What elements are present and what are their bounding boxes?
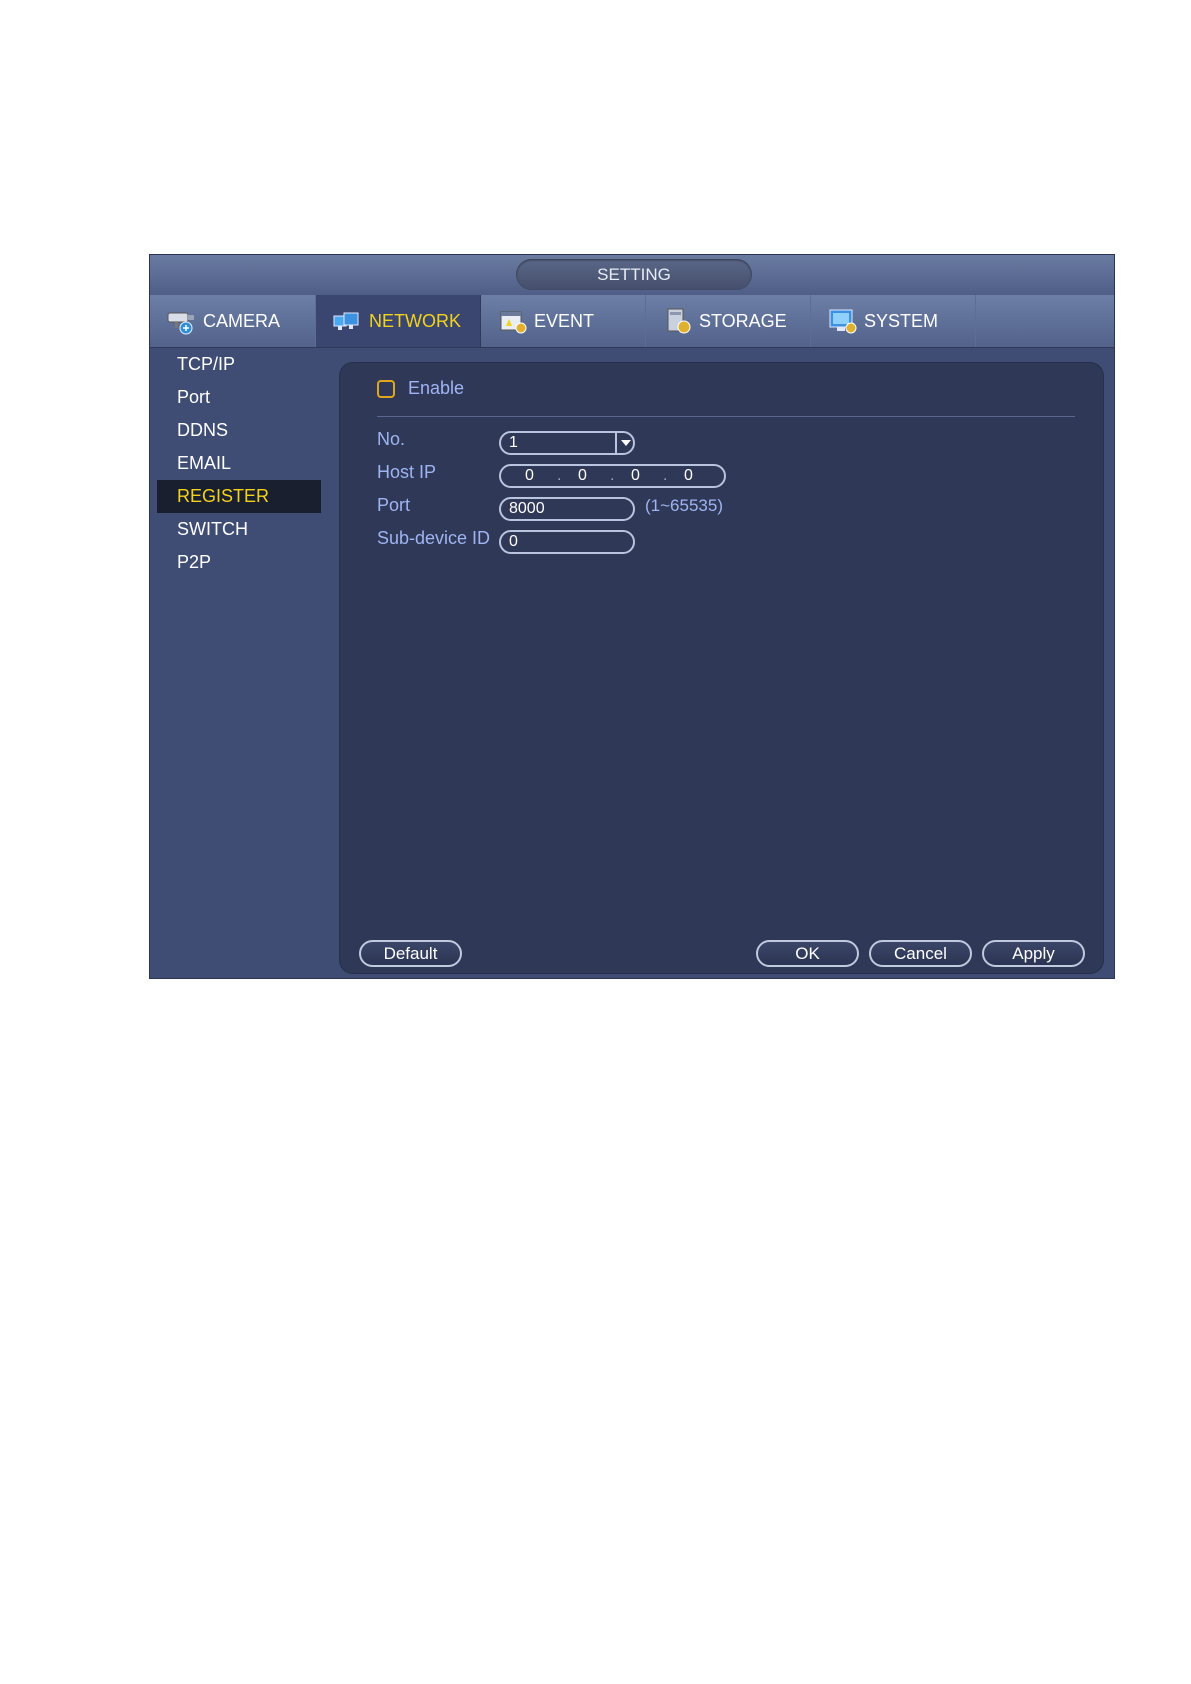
ip-octet-4[interactable]: 0 — [684, 466, 693, 486]
no-select[interactable]: 1 — [499, 431, 635, 455]
tab-storage[interactable]: STORAGE — [646, 295, 811, 347]
port-label: Port — [377, 495, 411, 515]
no-label: No. — [377, 429, 406, 449]
port-field[interactable]: 8000 — [499, 497, 635, 521]
host-ip-label: Host IP — [377, 462, 437, 482]
apply-button[interactable]: Apply — [982, 940, 1085, 967]
camera-icon — [166, 307, 198, 335]
sidebar-item-ddns[interactable]: DDNS — [157, 414, 321, 447]
sidebar-item-port[interactable]: Port — [157, 381, 321, 414]
sub-device-id-field[interactable]: 0 — [499, 530, 635, 554]
ip-octet-2[interactable]: 0 — [578, 466, 587, 486]
tab-system[interactable]: SYSTEM — [811, 295, 976, 347]
sidebar-item-tcpip[interactable]: TCP/IP — [157, 348, 321, 381]
title-bar: SETTING — [150, 255, 1114, 295]
enable-checkbox[interactable] — [377, 380, 395, 398]
main-tab-bar: CAMERA NETWORK EVENT STORAGE SYSTEM — [150, 295, 1114, 348]
tab-camera[interactable]: CAMERA — [150, 295, 316, 347]
register-panel: Enable No. 1 Host IP 0 . 0 . 0 . 0 Port … — [339, 362, 1104, 974]
tab-network[interactable]: NETWORK — [316, 295, 481, 347]
tab-event[interactable]: EVENT — [481, 295, 646, 347]
default-button[interactable]: Default — [359, 940, 462, 967]
ip-octet-3[interactable]: 0 — [631, 466, 640, 486]
ip-separator: . — [557, 467, 562, 484]
sidebar-item-p2p[interactable]: P2P — [157, 546, 321, 579]
port-range-hint: (1~65535) — [645, 496, 723, 515]
network-sidebar: TCP/IP Port DDNS EMAIL REGISTER SWITCH P… — [150, 348, 325, 979]
network-icon — [332, 307, 364, 335]
system-icon — [827, 307, 859, 335]
window-title: SETTING — [516, 259, 752, 290]
ip-separator: . — [610, 467, 615, 484]
setting-window: SETTING CAMERA NETWORK EVENT STORAGE SYS… — [149, 254, 1115, 979]
ip-octet-1[interactable]: 0 — [525, 466, 534, 486]
sidebar-item-register[interactable]: REGISTER — [157, 480, 321, 513]
ip-separator: . — [663, 467, 668, 484]
no-select-value: 1 — [509, 434, 518, 451]
sidebar-item-email[interactable]: EMAIL — [157, 447, 321, 480]
enable-label: Enable — [408, 378, 465, 398]
sidebar-item-switch[interactable]: SWITCH — [157, 513, 321, 546]
cancel-button[interactable]: Cancel — [869, 940, 972, 967]
chevron-down-icon[interactable] — [615, 433, 633, 453]
divider — [377, 416, 1075, 417]
event-icon — [497, 307, 529, 335]
host-ip-field[interactable]: 0 . 0 . 0 . 0 — [499, 464, 726, 488]
storage-icon — [662, 307, 694, 335]
sub-device-id-label: Sub-device ID — [377, 528, 491, 548]
ok-button[interactable]: OK — [756, 940, 859, 967]
